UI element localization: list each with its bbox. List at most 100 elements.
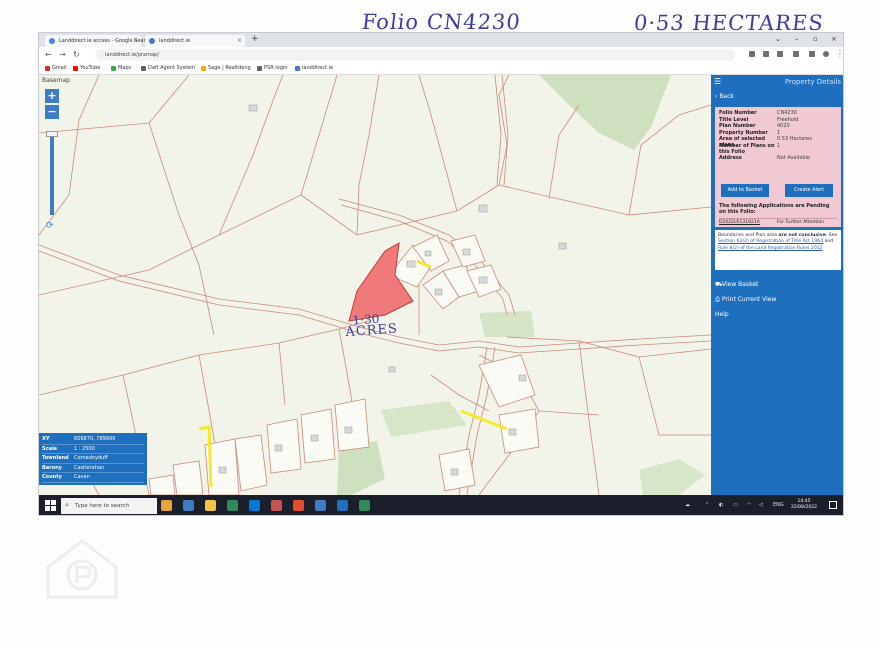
- star-icon[interactable]: [777, 51, 783, 57]
- info-row-scale: Scale 1 : 2500: [42, 445, 144, 454]
- extension-icon[interactable]: [749, 51, 755, 57]
- task-view-icon[interactable]: [183, 500, 194, 511]
- basemap-label[interactable]: Basemap: [42, 77, 70, 84]
- close-tab-icon[interactable]: ×: [237, 37, 242, 44]
- windows-taskbar: ⌕ Type here to search ☁ ⌃ ◐ ▭ ◠ ◁ ENG 14…: [39, 495, 843, 515]
- panel-title: Property Details: [784, 78, 841, 86]
- boundaries-notice: Boundaries and Plan area are not conclus…: [715, 230, 841, 270]
- forward-arrow-icon[interactable]: →: [59, 50, 66, 59]
- url-field[interactable]: landdirect.ie/pramap/: [95, 49, 735, 61]
- excel-icon[interactable]: [359, 500, 370, 511]
- browser-window: Landdirect.ie access - Google Search × l…: [38, 32, 844, 516]
- forest-area: [639, 459, 705, 495]
- bookmark-landdirect[interactable]: landdirect.ie: [295, 65, 333, 71]
- add-to-basket-button[interactable]: Add to Basket: [721, 184, 769, 197]
- address-bar-row: ← → ↻ landdirect.ie/pramap/ ⋮: [39, 47, 843, 63]
- landdirect-icon: [149, 38, 155, 44]
- sidebar-icon[interactable]: [809, 51, 815, 57]
- property-details-panel: ☰ Property Details ‹ Back Folio Number CN…: [711, 75, 843, 495]
- psr-icon: [257, 66, 262, 71]
- map-canvas: [39, 75, 711, 495]
- share-icon[interactable]: [763, 51, 769, 57]
- tab-google-search[interactable]: Landdirect.ie access - Google Search ×: [45, 35, 151, 47]
- language-indicator[interactable]: ENG: [773, 502, 784, 508]
- print-view-link[interactable]: ⎙ Print Current View: [715, 296, 776, 304]
- bookmark-maps[interactable]: Maps: [111, 65, 131, 71]
- weather-icon[interactable]: ☁: [685, 502, 690, 508]
- forest-area: [381, 401, 467, 437]
- bookmark-daft[interactable]: Daft Agent System: [141, 65, 195, 71]
- info-row-county: County Cavan: [42, 473, 144, 483]
- taskbar-search[interactable]: ⌕ Type here to search: [61, 498, 157, 514]
- youtube-icon: [73, 66, 78, 71]
- close-window-icon[interactable]: ×: [831, 35, 837, 43]
- briefcase-app-icon[interactable]: [161, 500, 172, 511]
- search-placeholder: Type here to search: [75, 503, 130, 509]
- tab-strip: Landdirect.ie access - Google Search × l…: [39, 33, 843, 47]
- field-address: Address Not Available: [719, 154, 810, 161]
- pending-ref-link[interactable]: D2022LR131821A: [719, 220, 777, 225]
- folio-details-card: Folio Number CN4230 Title Level Freehold P…: [715, 107, 841, 227]
- bookmark-sage[interactable]: Sage | Realtdeng: [201, 65, 251, 71]
- tray-icon[interactable]: ▭: [733, 502, 738, 508]
- google-icon: [49, 38, 55, 44]
- clock-date: 22/08/2022: [791, 505, 817, 510]
- hamburger-menu-icon[interactable]: ☰: [714, 77, 721, 86]
- info-row-townland: Townland Cornadoyduff: [42, 454, 144, 464]
- basket-icon: ⛟: [715, 281, 723, 288]
- search-icon: ⌕: [65, 501, 69, 509]
- map-view[interactable]: Basemap + − ⟳ 1·30 ACRES XY 656870, 78999…: [39, 75, 711, 495]
- help-link[interactable]: Help: [715, 311, 729, 318]
- app-icon[interactable]: [315, 500, 326, 511]
- zoom-in-button[interactable]: +: [45, 89, 59, 103]
- info-row-barony: Barony Castlerahan: [42, 464, 144, 473]
- app-icon[interactable]: [271, 500, 282, 511]
- system-clock[interactable]: 14:45 22/08/2022: [791, 499, 817, 511]
- profile-icon[interactable]: [823, 51, 829, 57]
- file-explorer-icon[interactable]: [205, 500, 216, 511]
- back-arrow-icon[interactable]: ←: [45, 50, 52, 59]
- maps-icon: [111, 66, 116, 71]
- tray-icon[interactable]: ◐: [719, 502, 723, 508]
- menu-dots-icon[interactable]: ⋮: [836, 49, 843, 58]
- section-62-link[interactable]: Section 62(2) of Registration of Title A…: [718, 239, 823, 244]
- app-icon[interactable]: [227, 500, 238, 511]
- tab-label: landdirect.ie: [159, 38, 191, 44]
- refresh-icon[interactable]: ⟳: [46, 221, 54, 231]
- pending-status: For Further Attention: [777, 220, 824, 225]
- view-basket-link[interactable]: ⛟View Basket: [715, 281, 758, 289]
- minimize-icon[interactable]: –: [795, 35, 799, 43]
- rule-8-link[interactable]: Rule 8(2) of the Land Registration Rules…: [718, 246, 823, 251]
- create-alert-button[interactable]: Create Alert: [785, 184, 833, 197]
- bookmark-gmail[interactable]: Gmail: [45, 65, 67, 71]
- screenshot-page: Folio CN4230 0·53 HECTARES Landdirect.ie…: [0, 0, 880, 645]
- edge-icon[interactable]: [249, 500, 260, 511]
- zoom-out-button[interactable]: −: [45, 105, 59, 119]
- chrome-icon[interactable]: [293, 500, 304, 511]
- windows-start-icon[interactable]: [45, 500, 56, 511]
- zoom-slider-handle[interactable]: [46, 131, 58, 137]
- back-link[interactable]: ‹ Back: [715, 93, 734, 100]
- close-tab-icon[interactable]: ×: [133, 37, 138, 44]
- maximize-icon[interactable]: ▫: [813, 35, 818, 43]
- zoom-slider[interactable]: [50, 135, 54, 215]
- landdirect-icon: [295, 66, 300, 71]
- map-info-box: XY 656870, 789999 Scale 1 : 2500 Townland C…: [39, 433, 147, 485]
- panel-header: ☰ Property Details: [711, 75, 843, 89]
- speaker-icon[interactable]: ◁: [759, 502, 763, 508]
- notification-icon[interactable]: [829, 501, 837, 509]
- bookmark-psr[interactable]: PSR login: [257, 65, 287, 71]
- handwritten-acres-note: 1·30 ACRES: [345, 311, 398, 340]
- reload-icon[interactable]: ↻: [73, 50, 80, 59]
- new-tab-button[interactable]: +: [251, 34, 259, 44]
- info-row-xy: XY 656870, 789999: [42, 435, 144, 445]
- chevron-down-icon[interactable]: ⌄: [775, 35, 781, 43]
- wifi-icon[interactable]: ◠: [747, 502, 751, 508]
- bookmark-youtube[interactable]: YouTube: [73, 65, 100, 71]
- puzzle-icon[interactable]: [793, 51, 799, 57]
- outlook-icon[interactable]: [337, 500, 348, 511]
- daft-icon: [141, 66, 146, 71]
- chevron-up-icon[interactable]: ⌃: [705, 502, 709, 508]
- tab-landdirect[interactable]: landdirect.ie ×: [145, 35, 245, 47]
- pending-applications-text: The following Applications are Pending o…: [719, 203, 830, 215]
